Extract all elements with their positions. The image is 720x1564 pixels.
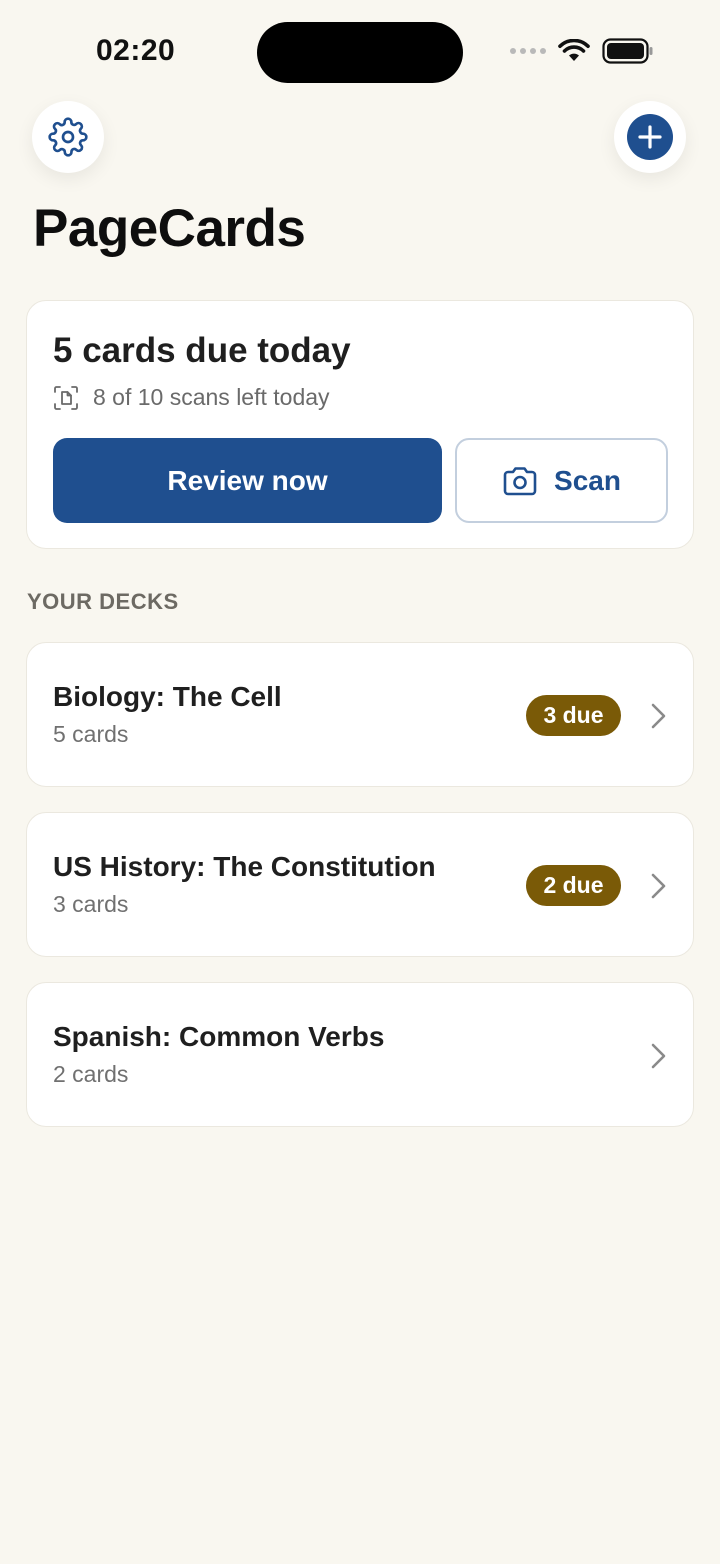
decks-section-label: YOUR DECKS: [27, 589, 179, 614]
battery-icon: [602, 38, 653, 64]
scan-button[interactable]: Scan: [455, 438, 668, 523]
page-title: PageCards: [33, 199, 306, 258]
dynamic-island: [257, 22, 463, 83]
camera-icon: [503, 466, 537, 495]
deck-name: Biology: The Cell: [53, 681, 282, 712]
deck-row[interactable]: US History: The Constitution 3 cards 2 d…: [26, 812, 694, 957]
cellular-signal-icon: [510, 48, 546, 54]
deck-name: US History: The Constitution: [53, 851, 436, 882]
add-button-circle: [627, 114, 673, 160]
status-indicators: [510, 38, 654, 64]
chevron-right-icon: [651, 873, 666, 899]
add-deck-button[interactable]: [614, 101, 686, 173]
scan-button-label: Scan: [554, 464, 621, 496]
due-badge: 2 due: [526, 865, 621, 906]
home-screen: 02:20 PageCards 5 cards due today 8 of 1…: [0, 0, 720, 1564]
document-scan-icon: [54, 385, 78, 410]
deck-name: Spanish: Common Verbs: [53, 1021, 385, 1052]
due-summary-card: 5 cards due today 8 of 10 scans left tod…: [26, 300, 694, 549]
gear-icon: [48, 117, 88, 157]
chevron-right-icon: [651, 703, 666, 729]
scans-remaining-text: 8 of 10 scans left today: [93, 384, 330, 410]
due-badge: 3 due: [526, 695, 621, 736]
deck-card-count: 5 cards: [53, 721, 129, 747]
deck-card-count: 3 cards: [53, 891, 129, 917]
chevron-right-icon: [651, 1043, 666, 1069]
scans-remaining: 8 of 10 scans left today: [53, 384, 330, 411]
deck-card-count: 2 cards: [53, 1061, 129, 1087]
review-now-button[interactable]: Review now: [53, 438, 442, 523]
deck-row[interactable]: Biology: The Cell 5 cards 3 due: [26, 642, 694, 787]
settings-button[interactable]: [32, 101, 104, 173]
status-time: 02:20: [96, 34, 176, 67]
plus-icon: [638, 125, 662, 149]
wifi-icon: [558, 39, 590, 61]
deck-row[interactable]: Spanish: Common Verbs 2 cards: [26, 982, 694, 1127]
due-count-title: 5 cards due today: [53, 331, 351, 370]
